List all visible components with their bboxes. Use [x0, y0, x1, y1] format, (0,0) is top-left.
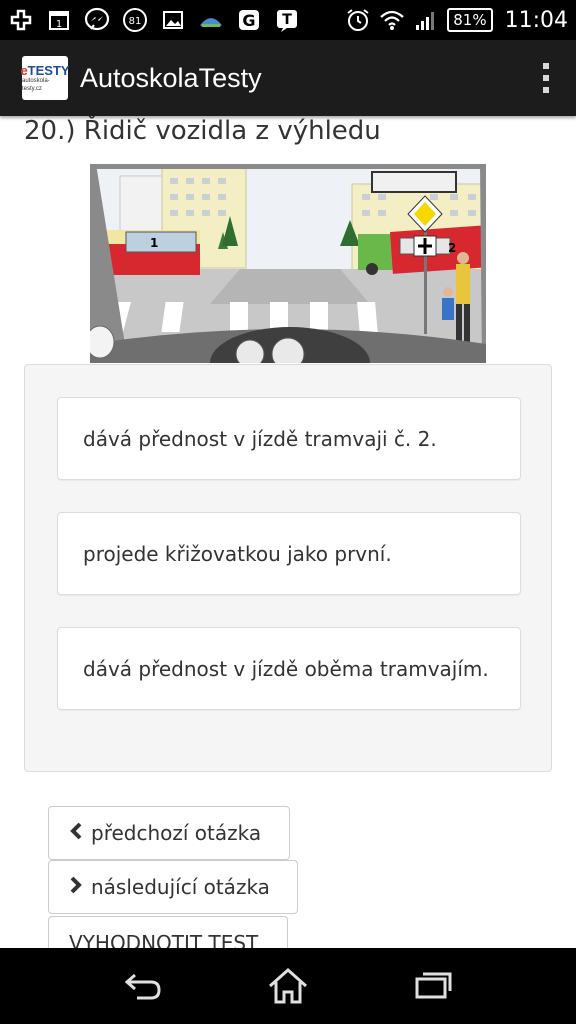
svg-text:1: 1: [56, 19, 62, 30]
question-title: 20.) Řidič vozidla z výhledu: [24, 116, 381, 146]
svg-text:1: 1: [150, 236, 158, 250]
next-question-label: následující otázka: [91, 875, 270, 899]
app-bar: eTESTY autoskola-testy.cz AutoskolaTesty: [0, 40, 576, 116]
next-question-button[interactable]: následující otázka: [48, 860, 298, 914]
g-app-icon: G: [236, 7, 262, 33]
chevron-left-icon: [69, 821, 83, 845]
previous-question-button[interactable]: předchozí otázka: [48, 806, 290, 860]
back-icon[interactable]: [115, 958, 171, 1014]
app-title: AutoskolaTesty: [80, 62, 262, 93]
answers-panel: dává přednost v jízdě tramvaji č. 2. pro…: [24, 364, 552, 772]
plus-app-icon: [8, 7, 34, 33]
app-logo: eTESTY autoskola-testy.cz: [20, 56, 70, 100]
signal-icon: [413, 7, 439, 33]
messenger-icon: [84, 7, 110, 33]
weather-icon: [198, 7, 224, 33]
system-nav-bar: [0, 948, 576, 1024]
previous-question-label: předchozí otázka: [91, 821, 262, 845]
answer-option-3[interactable]: dává přednost v jízdě oběma tramvajím.: [57, 627, 521, 710]
svg-text:2: 2: [448, 241, 456, 255]
badge-icon: 81: [122, 7, 148, 33]
question-content: 20.) Řidič vozidla z výhledu 1 2 dává př…: [0, 116, 576, 948]
wifi-icon: [379, 7, 405, 33]
svg-text:81: 81: [129, 16, 142, 27]
gallery-icon: [160, 7, 186, 33]
answer-option-1[interactable]: dává přednost v jízdě tramvaji č. 2.: [57, 397, 521, 480]
logo-subtext: autoskola-testy.cz: [22, 77, 50, 92]
clock: 11:04: [504, 7, 568, 33]
home-icon[interactable]: [260, 958, 316, 1014]
answer-option-2[interactable]: projede křižovatkou jako první.: [57, 512, 521, 595]
logo-text: eTESTY: [20, 62, 70, 78]
calendar-icon: 1: [46, 7, 72, 33]
t-app-icon: T: [274, 7, 300, 33]
svg-text:G: G: [242, 11, 255, 30]
overflow-menu-icon[interactable]: [516, 48, 576, 108]
evaluate-test-button[interactable]: VYHODNOTIT TEST: [48, 916, 288, 948]
svg-text:T: T: [282, 12, 292, 28]
battery-indicator: 81%: [447, 8, 493, 32]
alarm-icon: [345, 7, 371, 33]
recent-apps-icon[interactable]: [405, 958, 461, 1014]
question-image: 1 2: [90, 164, 486, 363]
evaluate-test-label: VYHODNOTIT TEST: [69, 931, 259, 948]
chevron-right-icon: [69, 875, 83, 899]
status-bar: 1 81 G T 81% 11:04: [0, 0, 576, 40]
